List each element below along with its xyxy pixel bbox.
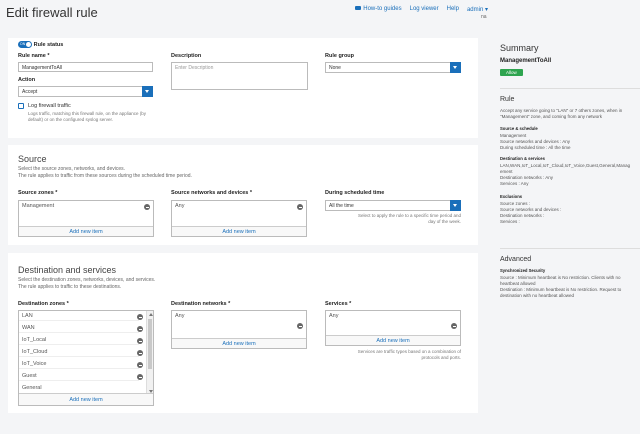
log-traffic-checkbox[interactable]: [18, 103, 24, 109]
add-destination-zone-button[interactable]: Add new item: [19, 393, 153, 405]
log-traffic-label: Log firewall traffic: [28, 103, 71, 109]
list-item: General: [22, 385, 42, 390]
add-service-button[interactable]: Add new item: [326, 335, 460, 345]
chevron-down-icon: [142, 86, 153, 97]
list-item: WAN: [19, 324, 139, 333]
rule-name-input[interactable]: ManagementToAll: [18, 62, 153, 72]
rule-status-row: ON Rule status: [18, 41, 63, 48]
video-camera-icon: [355, 6, 362, 11]
summary-destination-lines: LAN,WAN,IoT_Local,IoT_Cloud,IoT_Voice,Gu…: [500, 163, 631, 186]
list-item: Any: [329, 313, 339, 319]
admin-menu[interactable]: admin ▾: [467, 6, 488, 13]
summary-rule-heading: Rule: [500, 96, 515, 103]
summary-source-lines: Management Source networks and devices :…: [500, 133, 571, 150]
source-title: Source: [18, 154, 47, 164]
source-zones-list: Management Add new item: [18, 200, 154, 237]
list-item: LAN: [19, 312, 139, 321]
scroll-up-icon[interactable]: [148, 313, 153, 316]
destination-zones-list: LAN WAN IoT_Local IoT_Cloud IoT_Voice Gu…: [18, 310, 154, 406]
services-label: Services *: [325, 301, 352, 307]
rule-group-select[interactable]: None: [325, 62, 461, 73]
services-hint: Services are traffic types based on a co…: [357, 349, 461, 360]
summary-exclusions-lines: Source zones : Source networks and devic…: [500, 201, 562, 224]
remove-icon[interactable]: [137, 362, 143, 368]
list-item: Any: [175, 313, 185, 319]
source-zones-label: Source zones *: [18, 190, 58, 196]
admin-sub-label: na: [481, 14, 487, 20]
description-label: Description: [171, 53, 202, 59]
list-item: IoT_Local: [19, 336, 139, 345]
source-networks-list: Any Add new item: [171, 200, 307, 237]
source-networks-label: Source networks and devices *: [171, 190, 253, 196]
source-description: Select the source zones, networks, and d…: [18, 166, 192, 179]
page-title: Edit firewall rule: [6, 5, 98, 20]
remove-icon[interactable]: [137, 326, 143, 332]
remove-icon[interactable]: [137, 374, 143, 380]
remove-icon[interactable]: [137, 338, 143, 344]
schedule-label: During scheduled time: [325, 190, 385, 196]
destination-panel: Destination and services Select the dest…: [8, 253, 478, 413]
add-source-zone-button[interactable]: Add new item: [19, 226, 153, 236]
top-navigation: How-to guides Log viewer Help admin ▾: [355, 6, 488, 13]
zones-scrollbar[interactable]: [146, 311, 153, 395]
schedule-hint: Select to apply the rule to a specific t…: [357, 213, 461, 224]
description-input[interactable]: Enter Description: [171, 62, 308, 90]
add-destination-network-button[interactable]: Add new item: [172, 338, 306, 348]
remove-icon[interactable]: [297, 323, 303, 329]
destination-zones-label: Destination zones *: [18, 301, 69, 307]
destination-description: Select the destination zones, networks, …: [18, 277, 156, 290]
summary-rule-text: Accept any service going to "LAN" or 7 o…: [500, 108, 623, 119]
action-label: Action: [18, 77, 36, 83]
log-viewer-link[interactable]: Log viewer: [410, 6, 439, 13]
divider: [500, 248, 640, 249]
chevron-down-icon: [450, 62, 461, 73]
list-item: Management: [22, 203, 55, 209]
remove-icon[interactable]: [144, 204, 150, 210]
action-select[interactable]: Accept: [18, 86, 153, 97]
summary-exclusions-heading: Exclusions: [500, 194, 523, 199]
summary-advanced-heading: Advanced: [500, 256, 532, 263]
source-panel: Source Select the source zones, networks…: [8, 145, 478, 245]
rule-status-toggle[interactable]: ON: [18, 41, 32, 48]
list-item: Any: [175, 203, 185, 209]
summary-source-heading: Source & schedule: [500, 126, 538, 131]
rule-name-label: Rule name *: [18, 53, 50, 59]
rule-group-label: Rule group: [325, 53, 355, 59]
divider: [500, 88, 640, 89]
summary-destination-heading: Destination & services: [500, 156, 545, 161]
remove-icon[interactable]: [137, 314, 143, 320]
chevron-down-icon: [450, 200, 461, 211]
summary-sync-heading: Synchronized Security: [500, 268, 546, 273]
log-traffic-hint: Logs traffic, matching this firewall rul…: [28, 111, 146, 122]
rule-details-panel: ON Rule status Rule name * ManagementToA…: [8, 38, 478, 138]
summary-action-badge: Allow: [500, 69, 523, 76]
summary-rule-name: ManagementToAll: [500, 58, 552, 64]
destination-title: Destination and services: [18, 265, 117, 275]
schedule-select[interactable]: All the time: [325, 200, 461, 211]
list-item: IoT_Cloud: [19, 348, 139, 357]
remove-icon[interactable]: [451, 323, 457, 329]
services-list: Any Add new item: [325, 310, 461, 346]
list-item: Guest: [19, 372, 139, 381]
remove-icon[interactable]: [137, 350, 143, 356]
destination-networks-list: Any Add new item: [171, 310, 307, 349]
help-link[interactable]: Help: [447, 6, 459, 13]
destination-networks-label: Destination networks *: [171, 301, 231, 307]
rule-status-label: Rule status: [33, 42, 64, 49]
scroll-thumb[interactable]: [148, 319, 152, 369]
summary-title: Summary: [500, 43, 539, 53]
summary-sidebar: Summary ManagementToAll Allow Rule Accep…: [489, 38, 640, 434]
remove-icon[interactable]: [297, 204, 303, 210]
list-item: IoT_Voice: [19, 360, 139, 369]
how-to-guides-link[interactable]: How-to guides: [355, 6, 402, 13]
add-source-network-button[interactable]: Add new item: [172, 226, 306, 236]
summary-sync-lines: Source : Minimum heartbeat is No restric…: [500, 275, 622, 298]
